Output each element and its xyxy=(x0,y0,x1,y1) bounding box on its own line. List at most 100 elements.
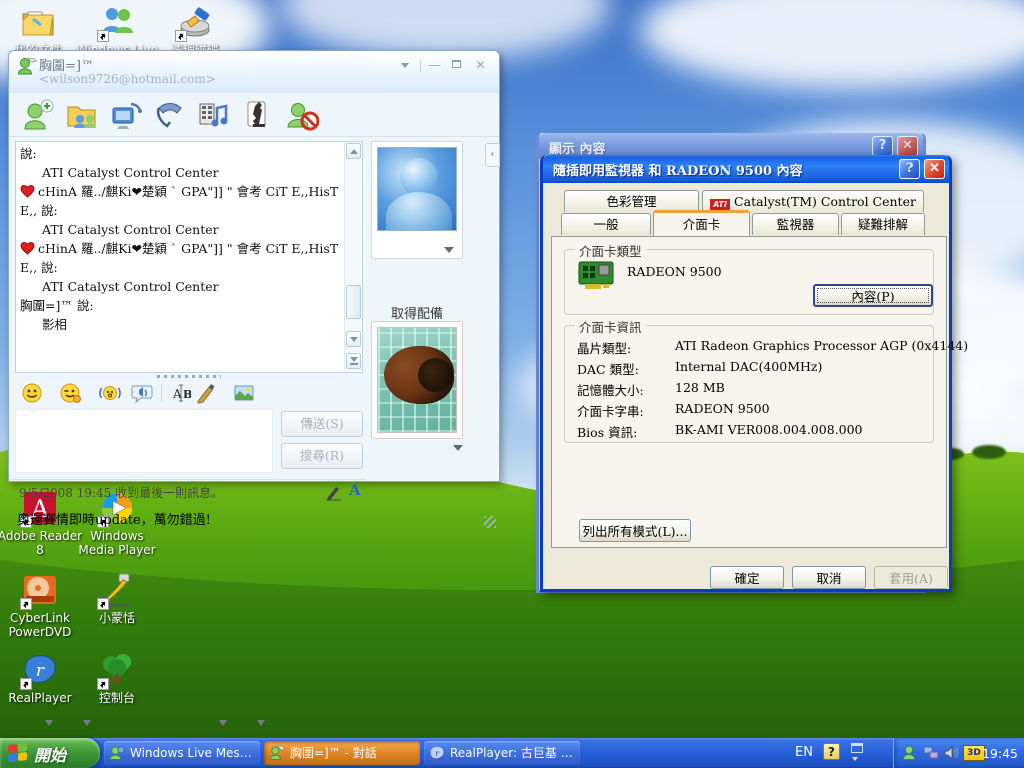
chat-scrollbar[interactable] xyxy=(344,143,361,371)
info-label: 介面卡字串: xyxy=(577,401,644,420)
emoticon-toolbar: AB xyxy=(9,381,365,407)
ime-help-icon[interactable]: ? xyxy=(823,743,840,760)
adapter-type-group: 介面卡類型 RADEON 9500 內容(P) xyxy=(564,249,934,315)
divider xyxy=(161,384,162,402)
search-button[interactable]: 搜尋(R) xyxy=(281,443,363,469)
realplayer-icon: r xyxy=(22,652,58,688)
messenger-tray-icon[interactable] xyxy=(901,745,917,761)
scroll-down-button[interactable] xyxy=(346,331,361,347)
bar-icon xyxy=(350,363,358,365)
windows-flag-icon xyxy=(8,743,28,763)
chevron-down-icon[interactable] xyxy=(852,757,858,761)
resize-grip[interactable] xyxy=(484,516,496,528)
close-button[interactable]: ✕ xyxy=(897,136,918,156)
contact-display-picture-frame[interactable] xyxy=(371,141,463,259)
tab-color-management[interactable]: 色彩管理 xyxy=(564,190,699,212)
volume-tray-icon[interactable] xyxy=(943,745,959,761)
ok-button[interactable]: 確定 xyxy=(710,566,784,589)
chevron-down-icon[interactable] xyxy=(83,720,91,726)
start-button[interactable]: 開始 xyxy=(0,738,100,768)
list-all-modes-button[interactable]: 列出所有模式(L)... xyxy=(579,519,691,542)
graphics-card-icon xyxy=(577,260,617,292)
desktop-icon-label: Windows Media Player xyxy=(74,529,160,557)
info-label: 記憶體大小: xyxy=(577,380,644,399)
chevron-down-icon[interactable] xyxy=(219,720,227,726)
voice-clip-icon[interactable] xyxy=(131,382,153,404)
background-icon[interactable] xyxy=(233,382,255,404)
desktop-icon-powerdvd[interactable]: CyberLink PowerDVD xyxy=(0,572,83,639)
tab-adapter[interactable]: 介面卡 xyxy=(653,210,750,236)
tab-monitor[interactable]: 監視器 xyxy=(752,213,839,235)
maximize-button[interactable] xyxy=(448,58,465,73)
disk-cleanup-icon xyxy=(177,4,213,40)
desktop-icon-realplayer[interactable]: r RealPlayer xyxy=(0,652,83,705)
avatar-body-shape xyxy=(386,192,452,231)
chat-body: ATI Catalyst Control Center xyxy=(20,277,340,296)
divider xyxy=(420,59,421,72)
message-input[interactable] xyxy=(15,409,273,473)
chat-sender: 胸圍=]™ 說: xyxy=(20,296,340,315)
info-label: DAC 類型: xyxy=(577,359,639,378)
help-button[interactable]: ? xyxy=(899,159,920,179)
cancel-button[interactable]: 取消 xyxy=(792,566,866,589)
chevron-down-icon[interactable] xyxy=(257,720,265,726)
messenger-titlebar[interactable]: 胸圍=]™ <wilson9726@hotmail.com> — ✕ xyxy=(9,51,499,93)
handwriting-icon[interactable] xyxy=(195,382,217,404)
network-tray-icon[interactable] xyxy=(923,745,939,761)
info-value: 128 MB xyxy=(675,380,725,395)
font-icon[interactable]: AB xyxy=(169,382,191,404)
scroll-up-button[interactable] xyxy=(346,143,361,159)
collapse-panel-button[interactable]: ‹ xyxy=(485,143,500,167)
arrow-down-icon xyxy=(350,337,358,342)
own-display-picture-frame[interactable] xyxy=(371,321,463,439)
smiley-icon[interactable] xyxy=(21,382,43,404)
scroll-to-latest-button[interactable] xyxy=(346,353,361,369)
language-indicator[interactable]: EN xyxy=(795,745,813,760)
menu-button[interactable] xyxy=(396,58,413,73)
svg-text:B: B xyxy=(183,388,191,401)
help-button[interactable]: ? xyxy=(872,136,893,156)
control-panel-tree-icon xyxy=(99,652,135,688)
get-gear-label[interactable]: 取得配備 xyxy=(365,303,469,322)
minimize-button[interactable]: — xyxy=(426,58,443,73)
taskbar-item-messenger[interactable]: Windows Live Messen... xyxy=(104,741,260,765)
messenger-ad-bar[interactable]: 奧運賽情即時update，萬勿錯過! xyxy=(9,503,499,531)
messenger-buddy-icon xyxy=(17,56,37,76)
adapter-properties-button[interactable]: 內容(P) xyxy=(813,284,933,307)
font-color-icon[interactable]: A xyxy=(349,481,361,499)
taskbar-item-realplayer[interactable]: r RealPlayer: 古巨基 - ... xyxy=(424,741,580,765)
phone-call-icon[interactable] xyxy=(153,98,187,132)
desktop-icon-control-panel[interactable]: 控制台 xyxy=(74,652,160,705)
block-icon[interactable] xyxy=(285,98,319,132)
chat-history[interactable]: 說: ATI Catalyst Control Center cHinA 羅..… xyxy=(15,141,363,373)
dialog-titlebar[interactable]: 隨插即用監視器 和 RADEON 9500 內容 ? ✕ xyxy=(543,155,949,183)
splitter-handle[interactable] xyxy=(157,375,221,378)
shared-folder-icon[interactable] xyxy=(65,98,99,132)
video-call-icon[interactable] xyxy=(109,98,143,132)
language-bar-restore-icon[interactable] xyxy=(851,743,863,753)
shortcut-arrow-icon xyxy=(97,678,109,690)
apply-button[interactable]: 套用(A) xyxy=(874,566,948,589)
nudge-icon[interactable] xyxy=(99,382,121,404)
my-documents-folder-icon xyxy=(20,4,56,40)
taskbar-clock[interactable]: 19:45 xyxy=(982,746,1018,761)
tab-general[interactable]: 一般 xyxy=(561,213,651,235)
scrollbar-thumb[interactable] xyxy=(346,285,361,319)
add-contact-icon[interactable] xyxy=(21,98,55,132)
avatar-options-chevron-icon[interactable] xyxy=(444,247,454,253)
handwriting-toggle-icon[interactable] xyxy=(325,483,343,501)
chat-body: 影相 xyxy=(20,315,340,334)
close-button[interactable]: ✕ xyxy=(472,58,489,73)
send-button[interactable]: 傳送(S) xyxy=(281,411,363,437)
chevron-down-icon[interactable] xyxy=(45,720,53,726)
games-icon[interactable] xyxy=(241,98,275,132)
media-icon[interactable] xyxy=(197,98,231,132)
taskbar-item-conversation[interactable]: 胸圍=]™ - 對話 xyxy=(264,741,420,765)
taskbar-item-label: RealPlayer: 古巨基 - ... xyxy=(450,741,576,765)
tab-troubleshoot[interactable]: 疑難排解 xyxy=(841,213,925,235)
desktop-icon-penpower[interactable]: 小蒙恬 xyxy=(74,572,160,625)
wink-emoticon-icon[interactable] xyxy=(59,382,81,404)
close-button[interactable]: ✕ xyxy=(924,159,945,179)
picture-options-chevron-icon[interactable] xyxy=(453,445,463,451)
tab-catalyst-control-center[interactable]: ATICatalyst(TM) Control Center xyxy=(702,190,924,212)
